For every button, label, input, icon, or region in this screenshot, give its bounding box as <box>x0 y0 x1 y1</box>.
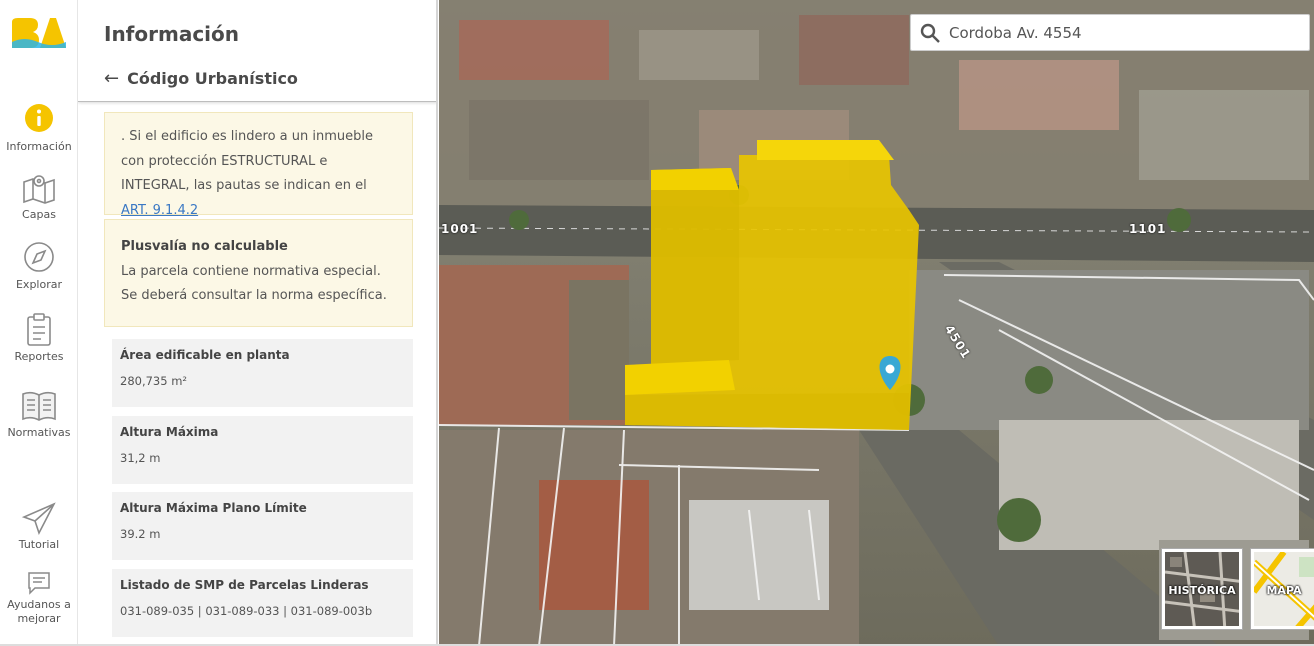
historica-layer-button[interactable]: HISTÓRICA <box>1162 549 1242 629</box>
nav-item-normativas[interactable]: Normativas <box>0 388 78 440</box>
back-label: Código Urbanístico <box>127 69 298 88</box>
book-icon <box>22 391 56 421</box>
stat-card-linderas: Listado de SMP de Parcelas Linderas 031-… <box>112 569 413 637</box>
stat-value: 31,2 m <box>120 451 161 465</box>
street-number-label: 1001 <box>441 222 479 236</box>
feedback-icon <box>28 572 50 595</box>
map-view[interactable]: 1001 1101 4501 HISTÓRICA MAPA <box>439 0 1314 646</box>
stat-card-plano-limite: Altura Máxima Plano Límite 39.2 m <box>112 492 413 560</box>
clipboard-icon <box>27 313 51 346</box>
thumb-label: HISTÓRICA <box>1168 584 1236 597</box>
protection-note: . Si el edificio es lindero a un inmuebl… <box>104 112 413 218</box>
map-layers-icon <box>23 175 55 204</box>
note-text: La parcela contiene normativa especial. … <box>121 263 387 304</box>
nav-label: Normativas <box>7 426 71 439</box>
paper-plane-icon <box>21 502 56 536</box>
arrow-left-icon: ← <box>104 68 120 89</box>
nav-item-capas[interactable]: Capas <box>0 170 78 222</box>
plusvalia-note: Plusvalía no calculable La parcela conti… <box>104 219 413 327</box>
nav-label: Explorar <box>15 278 62 291</box>
buildable-volume[interactable] <box>625 140 919 430</box>
nav-item-ayudanos[interactable]: Ayudanos a mejorar <box>0 570 78 626</box>
note-text: . Si el edificio es lindero a un inmuebl… <box>121 129 373 193</box>
search-bar[interactable] <box>910 14 1310 51</box>
nav-label: Capas <box>22 208 56 221</box>
thumb-label: MAPA <box>1266 584 1302 597</box>
nav-label: Reportes <box>14 350 64 363</box>
stat-card-altura: Altura Máxima 31,2 m <box>112 416 413 484</box>
panel-title: Información <box>104 22 240 46</box>
article-link[interactable]: ART. 9.1.4.2 <box>121 203 198 218</box>
stat-value: 031-089-035 | 031-089-033 | 031-089-003b <box>120 604 373 618</box>
nav-label: Ayudanos a mejorar <box>7 598 71 625</box>
stat-card-area: Área edificable en planta 280,735 m² <box>112 339 413 407</box>
stat-label: Altura Máxima <box>120 425 219 439</box>
nav-item-tutorial[interactable]: Tutorial <box>0 500 78 552</box>
search-icon <box>920 23 940 43</box>
info-panel: Información ← Código Urbanístico . Si el… <box>78 0 438 646</box>
stat-label: Listado de SMP de Parcelas Linderas <box>120 578 369 592</box>
nav-item-explorar[interactable]: Explorar <box>0 240 78 292</box>
info-icon <box>25 104 53 132</box>
nav-label: Información <box>6 140 72 153</box>
left-nav: Información Capas Explorar Reportes Norm… <box>0 0 78 646</box>
street-number-label: 1101 <box>1129 222 1167 236</box>
stat-value: 280,735 m² <box>120 374 188 388</box>
nav-item-reportes[interactable]: Reportes <box>0 312 78 364</box>
back-button[interactable]: ← Código Urbanístico <box>104 68 298 89</box>
nav-label: Tutorial <box>18 538 60 551</box>
stat-label: Altura Máxima Plano Límite <box>120 501 307 515</box>
nav-item-informacion[interactable]: Información <box>0 102 78 154</box>
panel-header: Información ← Código Urbanístico <box>78 0 436 102</box>
compass-icon <box>24 242 54 272</box>
mapa-layer-button[interactable]: MAPA <box>1251 549 1314 629</box>
note-title: Plusvalía no calculable <box>121 239 288 254</box>
ba-logo[interactable] <box>10 16 66 52</box>
stat-value: 39.2 m <box>120 527 161 541</box>
stat-label: Área edificable en planta <box>120 348 290 362</box>
search-input[interactable] <box>947 22 1287 43</box>
